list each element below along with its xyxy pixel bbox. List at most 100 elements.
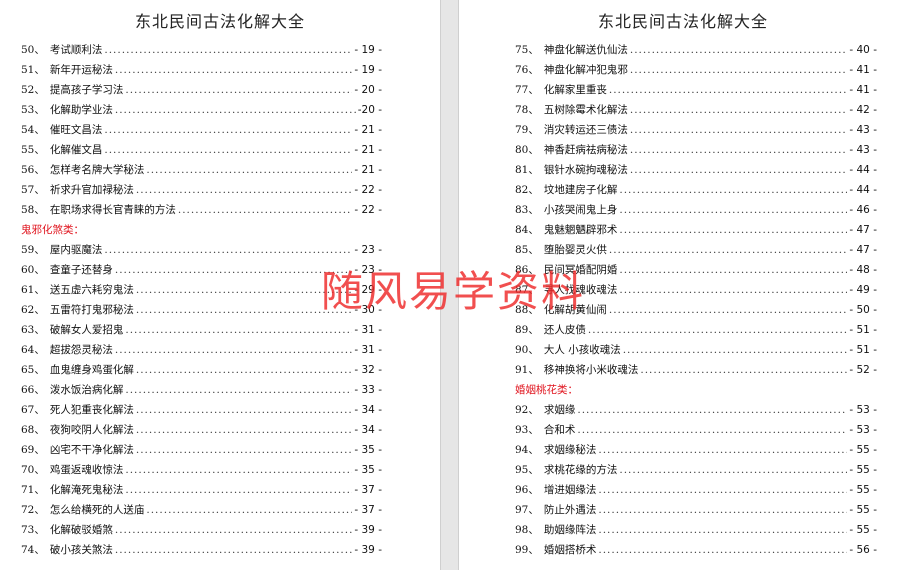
toc-entry[interactable]: 89、还人皮债 - 51 -: [459, 320, 907, 340]
dot-leader: [619, 180, 847, 200]
entry-page-number: - 30 -: [354, 304, 382, 316]
dot-leader: [125, 320, 352, 340]
entry-page-number: - 23 -: [354, 264, 382, 276]
toc-entry[interactable]: 50、考试顺利法 - 19 -: [0, 40, 440, 60]
entry-title: 送五虚六耗穷鬼法: [49, 284, 134, 296]
dot-leader: [619, 200, 847, 220]
toc-entry[interactable]: 56、怎样考名牌大学秘法 - 21 -: [0, 160, 440, 180]
entry-title: 神盘化解冲犯鬼邪: [543, 64, 628, 76]
toc-entry[interactable]: 60、查童子还替身 - 23 -: [0, 260, 440, 280]
toc-entry[interactable]: 82、坟地建房子化解 - 44 -: [459, 180, 907, 200]
toc-entry[interactable]: 57、祈求升官加禄秘法 - 22 -: [0, 180, 440, 200]
toc-entry[interactable]: 58、在职场求得长官青睐的方法 - 22 -: [0, 200, 440, 220]
toc-entry[interactable]: 85、堕胎婴灵火供 - 47 -: [459, 240, 907, 260]
dot-leader: [146, 160, 352, 180]
toc-entry[interactable]: 73、化解破驳婚煞 - 39 -: [0, 520, 440, 540]
dot-leader: [136, 300, 353, 320]
toc-entry[interactable]: 80、神香赶病祛病秘法 - 43 -: [459, 140, 907, 160]
entry-page-number: - 41 -: [849, 64, 877, 76]
toc-entry[interactable]: 53、化解助学业法 -20 -: [0, 100, 440, 120]
toc-entry[interactable]: 95、求桃花缘的方法 - 55 -: [459, 460, 907, 480]
dot-leader: [588, 320, 848, 340]
toc-entry[interactable]: 83、小孩哭闹鬼上身 - 46 -: [459, 200, 907, 220]
toc-entry[interactable]: 66、泼水饭治病化解 - 33 -: [0, 380, 440, 400]
entry-number: 52、: [21, 84, 45, 96]
dot-leader: [619, 280, 847, 300]
dot-leader: [630, 120, 848, 140]
dot-leader: [598, 540, 847, 560]
toc-entry[interactable]: 96、增进姻缘法 - 55 -: [459, 480, 907, 500]
toc-entry[interactable]: 93、合和术 - 53 -: [459, 420, 907, 440]
entry-page-number: - 44 -: [849, 164, 877, 176]
entry-page-number: - 53 -: [849, 424, 877, 436]
entry-page-number: - 55 -: [849, 464, 877, 476]
toc-entry[interactable]: 77、化解家里重丧 - 41 -: [459, 80, 907, 100]
entry-number: 99、: [515, 544, 539, 556]
entry-number: 72、: [21, 504, 45, 516]
toc-entry[interactable]: 59、屋内驱魔法 - 23 -: [0, 240, 440, 260]
entry-page-number: - 47 -: [849, 224, 877, 236]
entry-title: 坟地建房子化解: [543, 184, 618, 196]
toc-entry[interactable]: 97、防止外遇法 - 55 -: [459, 500, 907, 520]
entry-title: 怎样考名牌大学秘法: [49, 164, 145, 176]
dot-leader: [178, 200, 353, 220]
toc-entry[interactable]: 70、鸡蛋返魂收惊法 - 35 -: [0, 460, 440, 480]
entry-number: 80、: [515, 144, 539, 156]
entry-title: 婚姻搭桥术: [543, 544, 597, 556]
dot-leader: [146, 500, 352, 520]
toc-entry[interactable]: 76、神盘化解冲犯鬼邪 - 41 -: [459, 60, 907, 80]
toc-entry[interactable]: 90、大人 小孩收魂法 - 51 -: [459, 340, 907, 360]
entry-number: 95、: [515, 464, 539, 476]
entry-number: 87、: [515, 284, 539, 296]
entry-title: 求姻缘: [543, 404, 576, 416]
dot-leader: [125, 80, 352, 100]
toc-entry[interactable]: 69、凶宅不干净化解法 - 35 -: [0, 440, 440, 460]
toc-entry[interactable]: 99、婚姻搭桥术 - 56 -: [459, 540, 907, 560]
entry-page-number: - 55 -: [849, 524, 877, 536]
toc-entry[interactable]: 79、消灾转运还三债法 - 43 -: [459, 120, 907, 140]
toc-entry[interactable]: 98、助姻缘阵法 - 55 -: [459, 520, 907, 540]
entry-title: 堕胎婴灵火供: [543, 244, 607, 256]
toc-entry[interactable]: 62、五雷符打鬼邪秘法 - 30 -: [0, 300, 440, 320]
toc-entry[interactable]: 87、寻人找魂收魂法 - 49 -: [459, 280, 907, 300]
toc-entry[interactable]: 84、鬼魅魍魉辟邪术 - 47 -: [459, 220, 907, 240]
toc-entry[interactable]: 64、超拔怨灵秘法 - 31 -: [0, 340, 440, 360]
toc-entry[interactable]: 61、送五虚六耗穷鬼法 - 29 -: [0, 280, 440, 300]
toc-entry[interactable]: 71、化解淹死鬼秘法 - 37 -: [0, 480, 440, 500]
dot-leader: [125, 460, 352, 480]
entry-title: 求桃花缘的方法: [543, 464, 618, 476]
entry-number: 83、: [515, 204, 539, 216]
toc-entry[interactable]: 63、破解女人爱招鬼 - 31 -: [0, 320, 440, 340]
entry-number: 90、: [515, 344, 539, 356]
entry-title: 化解助学业法: [49, 104, 113, 116]
dot-leader: [630, 140, 848, 160]
toc-entry[interactable]: 94、求姻缘秘法 - 55 -: [459, 440, 907, 460]
page-title: 东北民间古法化解大全: [597, 12, 768, 31]
toc-entry[interactable]: 68、夜狗咬阴人化解法 - 34 -: [0, 420, 440, 440]
toc-entry[interactable]: 81、银针水碗拘魂秘法 - 44 -: [459, 160, 907, 180]
toc-entry[interactable]: 86、民间冥婚配阴婚 - 48 -: [459, 260, 907, 280]
dot-leader: [136, 280, 353, 300]
toc-entry[interactable]: 78、五树除霉术化解法 - 42 -: [459, 100, 907, 120]
toc-entry[interactable]: 74、破小孩关煞法 - 39 -: [0, 540, 440, 560]
toc-entry[interactable]: 72、怎么给横死的人送庙 - 37 -: [0, 500, 440, 520]
toc-entry[interactable]: 54、催旺文昌法 - 21 -: [0, 120, 440, 140]
toc-entry[interactable]: 51、新年开运秘法 - 19 -: [0, 60, 440, 80]
entry-number: 65、: [21, 364, 45, 376]
toc-entry[interactable]: 75、神盘化解送仇仙法 - 40 -: [459, 40, 907, 60]
dot-leader: [136, 420, 353, 440]
entry-page-number: - 46 -: [849, 204, 877, 216]
document-page-left: 东北民间古法化解大全 50、考试顺利法 - 19 - 51、新年开运秘法 - 19 -…: [0, 0, 441, 570]
entry-number: 64、: [21, 344, 45, 356]
toc-entry[interactable]: 91、移神换将小米收魂法 - 52 -: [459, 360, 907, 380]
toc-entry[interactable]: 67、死人犯重丧化解法 - 34 -: [0, 400, 440, 420]
toc-entry[interactable]: 65、血鬼缠身鸡蛋化解 - 32 -: [0, 360, 440, 380]
dot-leader: [577, 420, 847, 440]
toc-entry[interactable]: 52、提高孩子学习法 - 20 -: [0, 80, 440, 100]
toc-entry[interactable]: 55、化解催文昌 - 21 -: [0, 140, 440, 160]
toc-entry[interactable]: 88、化解胡黄仙闹 - 50 -: [459, 300, 907, 320]
entry-page-number: - 55 -: [849, 504, 877, 516]
toc-entry[interactable]: 92、求姻缘 - 53 -: [459, 400, 907, 420]
entry-title: 屋内驱魔法: [49, 244, 103, 256]
dot-leader: [104, 40, 352, 60]
